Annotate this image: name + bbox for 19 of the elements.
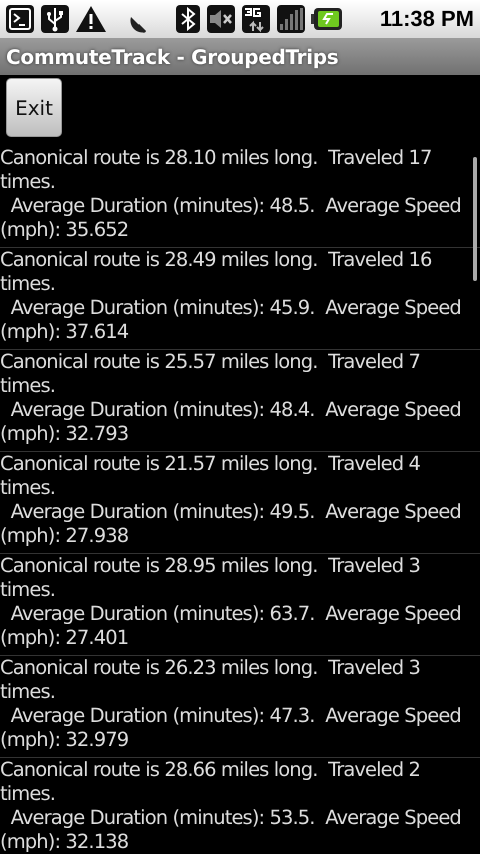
scrollbar[interactable] xyxy=(473,157,477,281)
trip-summary: Canonical route is 21.57 miles long. Traveled 4 times. Average Duration (minutes): 49.5. Average Speed (mph): 27.938 xyxy=(0,452,462,548)
muted-speaker-icon xyxy=(206,4,236,34)
usb-icon xyxy=(40,4,70,34)
trip-summary: Canonical route is 28.95 miles long. Traveled 3 times. Average Duration (minutes): 63.7. Average Speed (mph): 27.401 xyxy=(0,554,462,650)
status-time: 11:38 PM xyxy=(380,6,474,32)
satellite-dish-icon xyxy=(130,16,147,33)
trip-summary: Canonical route is 26.23 miles long. Traveled 3 times. Average Duration (minutes): 47.3. Average Speed (mph): 32.979 xyxy=(0,656,462,752)
data-3g-icon xyxy=(241,4,271,34)
trip-summary: Canonical route is 28.10 miles long. Traveled 17 times. Average Duration (minutes): 48.5. Average Speed (mph): 35.652 xyxy=(0,146,462,242)
terminal-icon xyxy=(5,4,35,34)
warning-icon xyxy=(75,4,107,34)
trip-summary: Canonical route is 28.66 miles long. Traveled 2 times. Average Duration (minutes): 53.5. Average Speed (mph): 32.138 xyxy=(0,758,462,854)
bluetooth-icon xyxy=(175,4,201,34)
signal-icon xyxy=(276,4,306,34)
trip-summary: Canonical route is 25.57 miles long. Traveled 7 times. Average Duration (minutes): 48.4. Average Speed (mph): 32.793 xyxy=(0,350,462,446)
exit-button[interactable]: Exit xyxy=(6,78,62,137)
window-title: CommuteTrack - GroupedTrips xyxy=(6,44,338,68)
trip-summary: Canonical route is 28.49 miles long. Traveled 16 times. Average Duration (minutes): 45.9. Average Speed (mph): 37.614 xyxy=(0,248,462,344)
